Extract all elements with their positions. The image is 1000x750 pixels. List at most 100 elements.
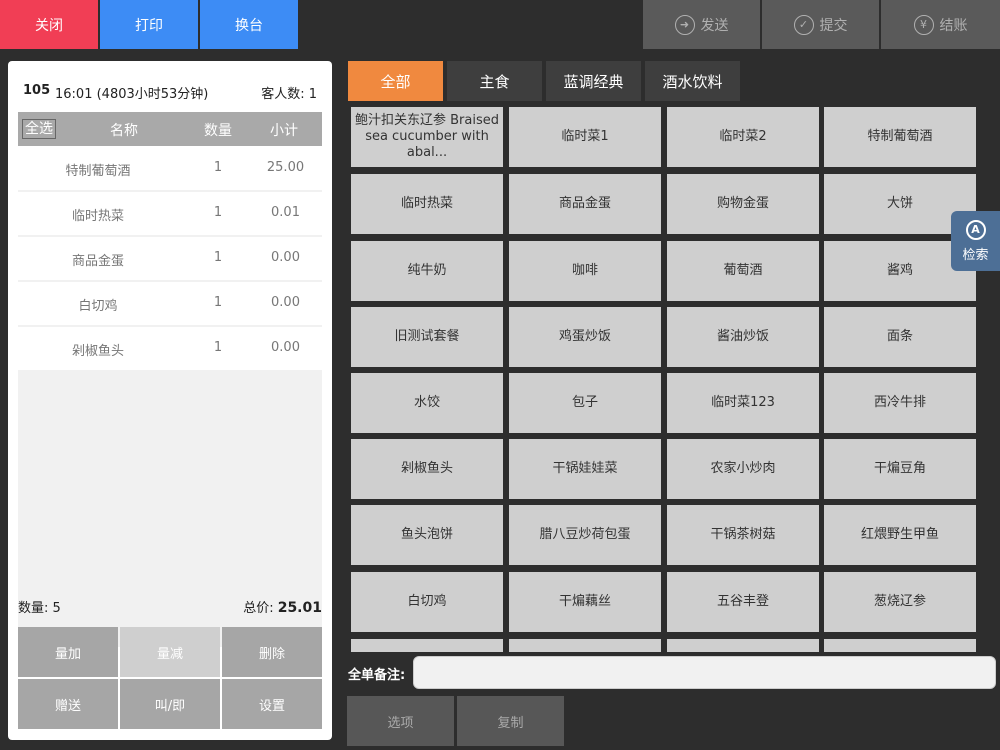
search-icon: A	[965, 219, 986, 240]
dish-item[interactable]	[351, 639, 503, 652]
total-quantity: 数量: 5	[18, 597, 61, 616]
submit-button[interactable]: ✓ 提交	[762, 0, 879, 49]
item-name: 剁椒鱼头	[71, 344, 124, 359]
dish-item[interactable]: 五谷丰登	[667, 572, 819, 632]
dish-item[interactable]: 西冷牛排	[824, 373, 976, 433]
dish-item[interactable]	[509, 639, 661, 652]
guest-count: 客人数: 1	[261, 87, 317, 102]
dish-item[interactable]: 特制葡萄酒	[824, 107, 976, 167]
item-name: 商品金蛋	[71, 254, 124, 269]
total-quantity-label: 数量:	[18, 601, 53, 616]
copy-button[interactable]: 复制	[457, 696, 564, 746]
tab-drinks[interactable]: 酒水饮料	[645, 61, 740, 101]
item-subtotal: 0.01	[271, 205, 300, 220]
total-price: 总价: 25.01	[243, 597, 322, 616]
column-header-name: 名称	[110, 123, 138, 139]
dish-item[interactable]: 农家小炒肉	[667, 439, 819, 499]
delete-button[interactable]: 删除	[222, 627, 322, 677]
dish-item[interactable]: 葡萄酒	[667, 241, 819, 301]
switch-table-button[interactable]: 换台	[200, 0, 298, 49]
dish-item[interactable]: 腊八豆炒荷包蛋	[509, 505, 661, 565]
send-button[interactable]: ➜ 发送	[643, 0, 760, 49]
settings-button[interactable]: 设置	[222, 679, 322, 729]
dish-item[interactable]: 临时热菜	[351, 174, 503, 234]
item-qty: 1	[213, 205, 223, 220]
order-row[interactable]: 剁椒鱼头 1 0.00	[18, 327, 322, 370]
order-list-header: 全选 名称 数量 小计	[18, 112, 322, 146]
print-button[interactable]: 打印	[100, 0, 198, 49]
dish-item[interactable]: 面条	[824, 307, 976, 367]
dish-item[interactable]: 白切鸡	[351, 572, 503, 632]
item-qty: 1	[213, 295, 223, 310]
dish-item[interactable]: 临时菜1	[509, 107, 661, 167]
order-remark-label: 全单备注:	[348, 668, 406, 683]
checkout-button[interactable]: ¥ 结账	[881, 0, 1000, 49]
checkmark-icon: ✓	[793, 14, 814, 35]
order-panel: 105 16:01 (4803小时53分钟) 客人数: 1 全选 名称 数量 小…	[8, 61, 332, 740]
item-name: 白切鸡	[78, 299, 118, 314]
item-qty: 1	[213, 250, 223, 265]
total-price-value: 25.01	[277, 600, 322, 616]
tab-staple[interactable]: 主食	[447, 61, 542, 101]
increase-qty-button[interactable]: 量加	[18, 627, 118, 677]
dish-item[interactable]: 包子	[509, 373, 661, 433]
dish-item[interactable]: 旧测试套餐	[351, 307, 503, 367]
dish-item[interactable]: 临时菜123	[667, 373, 819, 433]
dish-item[interactable]: 鸡蛋炒饭	[509, 307, 661, 367]
order-summary: 数量: 5 总价: 25.01	[18, 597, 322, 617]
order-header: 105 16:01 (4803小时53分钟) 客人数: 1	[8, 61, 332, 111]
dish-item[interactable]	[824, 639, 976, 652]
dish-item[interactable]: 购物金蛋	[667, 174, 819, 234]
dish-item[interactable]: 咖啡	[509, 241, 661, 301]
order-remark-input[interactable]	[413, 656, 996, 689]
dish-item[interactable]: 葱烧辽参	[824, 572, 976, 632]
total-price-label: 总价:	[243, 601, 278, 616]
tab-all[interactable]: 全部	[348, 61, 443, 101]
item-subtotal: 0.00	[271, 340, 300, 355]
column-header-qty: 数量	[204, 123, 232, 139]
tab-blues-classic[interactable]: 蓝调经典	[546, 61, 641, 101]
decrease-qty-button[interactable]: 量减	[120, 627, 220, 677]
dish-grid: 鲍汁扣关东辽参 Braised sea cucumber with abal..…	[348, 104, 979, 652]
options-button[interactable]: 选项	[347, 696, 454, 746]
dish-item[interactable]: 剁椒鱼头	[351, 439, 503, 499]
dish-item[interactable]	[667, 639, 819, 652]
call-now-button[interactable]: 叫/即	[120, 679, 220, 729]
dish-item[interactable]: 酱油炒饭	[667, 307, 819, 367]
order-time: 16:01 (4803小时53分钟)	[55, 87, 209, 102]
dish-item[interactable]: 临时菜2	[667, 107, 819, 167]
search-label: 检索	[962, 247, 989, 263]
item-subtotal: 0.00	[271, 250, 300, 265]
submit-label: 提交	[819, 17, 848, 34]
item-qty: 1	[213, 340, 223, 355]
search-button[interactable]: A 检索	[951, 211, 1000, 271]
order-row[interactable]: 白切鸡 1 0.00	[18, 282, 322, 325]
dish-item[interactable]: 鱼头泡饼	[351, 505, 503, 565]
close-button[interactable]: 关闭	[0, 0, 98, 49]
dish-item[interactable]: 干煸豆角	[824, 439, 976, 499]
item-subtotal: 25.00	[266, 160, 305, 175]
dish-item[interactable]: 水饺	[351, 373, 503, 433]
dish-item[interactable]: 纯牛奶	[351, 241, 503, 301]
table-number: 105	[23, 83, 51, 98]
dish-item[interactable]: 商品金蛋	[509, 174, 661, 234]
dish-item[interactable]: 干锅茶树菇	[667, 505, 819, 565]
dish-item[interactable]: 红煨野生甲鱼	[824, 505, 976, 565]
select-all-button[interactable]: 全选	[22, 119, 56, 139]
order-row[interactable]: 商品金蛋 1 0.00	[18, 237, 322, 280]
column-header-subtotal: 小计	[270, 123, 298, 139]
gift-button[interactable]: 赠送	[18, 679, 118, 729]
item-name: 特制葡萄酒	[65, 164, 131, 179]
dish-item[interactable]: 干锅娃娃菜	[509, 439, 661, 499]
send-label: 发送	[700, 17, 729, 34]
dish-item[interactable]: 干煸藕丝	[509, 572, 661, 632]
order-row[interactable]: 临时热菜 1 0.01	[18, 192, 322, 235]
order-list: 特制葡萄酒 1 25.00 临时热菜 1 0.01 商品金蛋 1 0.00 白切…	[18, 147, 322, 647]
yen-icon: ¥	[913, 14, 934, 35]
item-name: 临时热菜	[71, 209, 124, 224]
arrow-right-icon: ➜	[674, 14, 695, 35]
total-quantity-value: 5	[52, 601, 61, 616]
item-subtotal: 0.00	[271, 295, 300, 310]
dish-item[interactable]: 鲍汁扣关东辽参 Braised sea cucumber with abal..…	[351, 107, 503, 167]
order-row[interactable]: 特制葡萄酒 1 25.00	[18, 147, 322, 190]
